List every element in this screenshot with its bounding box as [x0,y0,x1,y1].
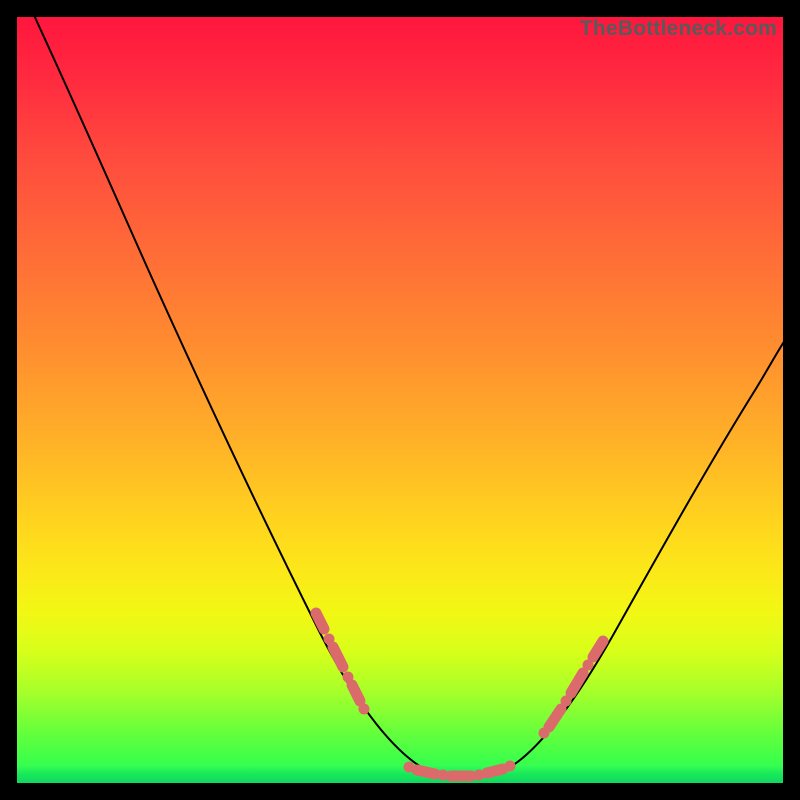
chart-frame: TheBottleneck.com [0,0,800,800]
bottleneck-curve [21,17,783,777]
bottleneck-curve-svg [17,17,783,783]
plot-area: TheBottleneck.com [17,17,783,783]
marker-cluster-right [539,641,604,739]
marker-cluster-valley [404,761,516,781]
marker-cluster-left [316,613,370,715]
